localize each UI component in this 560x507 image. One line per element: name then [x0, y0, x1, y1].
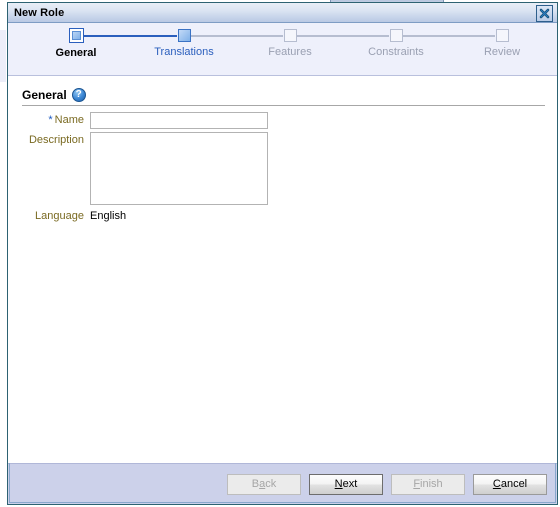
description-textarea[interactable] — [90, 132, 268, 205]
train-stop-label: Features — [268, 46, 312, 58]
train-track: General Translations Features Constraints Re… — [8, 23, 557, 75]
name-input[interactable] — [90, 112, 268, 129]
help-icon[interactable]: ? — [71, 88, 86, 102]
train-stop-label: Constraints — [368, 46, 424, 58]
back-button[interactable]: Back — [227, 473, 301, 495]
name-label: * Name — [18, 112, 90, 129]
close-icon[interactable] — [536, 5, 553, 22]
form-row-language: Language English — [18, 208, 547, 225]
train-stop-label: General — [55, 47, 97, 59]
required-marker: * — [48, 114, 53, 126]
cancel-button[interactable]: Cancel — [473, 473, 547, 495]
wizard-train: General Translations Features Constraints Re… — [8, 23, 557, 76]
train-stop-constraints[interactable]: Constraints — [341, 23, 451, 59]
train-stop-review[interactable]: Review — [447, 23, 557, 59]
background-window-left-panel — [0, 30, 6, 82]
section-divider — [22, 105, 545, 106]
language-value: English — [90, 210, 127, 222]
button-label: Finish — [413, 478, 443, 490]
button-label: Next — [334, 478, 358, 490]
description-label: Description — [28, 134, 84, 146]
new-role-dialog: New Role General Translations Features Cons… — [7, 2, 558, 505]
train-stop-marker-icon — [283, 29, 297, 42]
next-button[interactable]: Next — [309, 473, 383, 495]
button-label: Cancel — [492, 478, 528, 490]
form-row-name: * Name — [18, 112, 547, 129]
page-title: General — [22, 88, 67, 102]
button-label: Back — [251, 478, 277, 490]
general-form: * Name Description Language English — [18, 112, 547, 225]
train-stop-marker-icon — [495, 29, 509, 42]
train-stop-marker-icon — [389, 29, 403, 42]
train-stop-general[interactable]: General — [21, 23, 131, 60]
train-stop-translations[interactable]: Translations — [129, 23, 239, 59]
train-stop-label: Review — [483, 46, 521, 58]
name-label-text: Name — [54, 114, 84, 126]
train-stop-marker-icon — [68, 28, 84, 43]
train-stop-label: Translations — [154, 46, 214, 58]
dialog-title: New Role — [14, 6, 65, 19]
dialog-content: General ? * Name Description Language Eng… — [8, 76, 557, 463]
language-label: Language — [35, 210, 84, 222]
form-row-description: Description — [18, 132, 547, 205]
train-stop-features[interactable]: Features — [235, 23, 345, 59]
section-header: General ? — [18, 88, 547, 102]
train-stop-marker-icon — [177, 29, 191, 42]
finish-button[interactable]: Finish — [391, 473, 465, 495]
dialog-titlebar[interactable]: New Role — [8, 3, 557, 23]
dialog-button-bar: Back Next Finish Cancel — [8, 463, 557, 504]
